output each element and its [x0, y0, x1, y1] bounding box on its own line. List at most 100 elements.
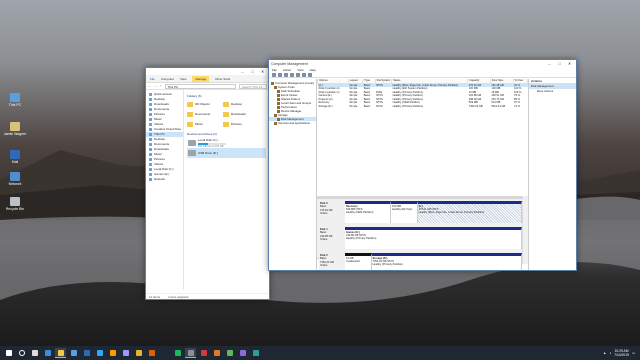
folder-tile[interactable]: Music	[187, 120, 223, 128]
folder-label: Pictures	[231, 122, 242, 126]
taskbar-task-view-button[interactable]	[29, 348, 40, 358]
console-tree: Computer Management (Local) System Tools T…	[269, 79, 317, 270]
folder-icon	[223, 101, 229, 107]
ribbon-tab-manage[interactable]: Manage	[192, 75, 210, 82]
show-hide-tree-icon[interactable]	[284, 72, 288, 77]
partition[interactable]: (C:) 476.01 GB NTFS Healthy (Boot, Page Fi…	[417, 201, 522, 223]
network-icon[interactable]: ▲	[603, 351, 606, 355]
notifications-icon[interactable]: ▭	[632, 351, 635, 355]
menu-file[interactable]: File	[272, 68, 277, 72]
export-icon[interactable]	[308, 72, 312, 77]
minimize-icon[interactable]: –	[547, 61, 552, 66]
tree-item-label: Services and Applications	[278, 121, 310, 125]
up-arrow-icon[interactable]: ↑	[160, 84, 162, 88]
tree-item[interactable]: Services and Applications	[269, 121, 316, 125]
computer-management-window[interactable]: Computer Management – □ ✕ File Action View…	[268, 59, 577, 271]
partition[interactable]: Recovery 529 MB NTFS Healthy (OEM Partitio…	[345, 201, 392, 223]
taskbar-edge-button[interactable]	[42, 348, 53, 358]
search-input[interactable]: Search This PC	[239, 83, 267, 89]
folder-tile[interactable]: Desktop	[223, 100, 259, 108]
disk-view-scrollbar[interactable]	[522, 196, 528, 264]
partition[interactable]: 100 MB Healthy (EFI Syst	[391, 201, 418, 223]
taskbar-mail-button[interactable]	[81, 348, 92, 358]
help-icon[interactable]	[296, 72, 300, 77]
start-icon	[5, 350, 12, 356]
partition[interactable]: 16 MB Unallocated	[345, 253, 372, 270]
clock[interactable]: 10:29 AM 7/14/2019	[614, 349, 629, 357]
desktop-icon[interactable]: This PC	[1, 93, 29, 107]
partition[interactable]: Storage (D:) 7452.02 GB NTFS Healthy (Prim…	[371, 253, 522, 270]
disk-label: Disk 0 Basic 476.92 GB Online	[319, 201, 345, 223]
folder-tile[interactable]: Documents	[187, 110, 223, 118]
ribbon-tab-file[interactable]: File	[150, 77, 155, 81]
nav-item[interactable]: Network	[146, 177, 183, 182]
desktop-icon[interactable]: Jamie Wagner	[1, 122, 29, 136]
file-explorer-window[interactable]: – □ ✕ File Computer View Manage Drive To…	[145, 67, 270, 300]
tree-node-icon	[274, 113, 277, 117]
disk-row[interactable]: Disk 2 Basic 7452.02 GB Online 16 MB Unalloca…	[319, 253, 522, 270]
desktop-icon[interactable]: Network	[1, 172, 29, 186]
taskbar-app-purple-button[interactable]	[237, 348, 248, 358]
forward-arrow-icon[interactable]: →	[154, 84, 157, 88]
taskbar-search-button[interactable]	[16, 348, 27, 358]
taskbar-file-explorer-button[interactable]	[55, 348, 66, 358]
disk-label: Disk 2 Basic 7452.02 GB Online	[319, 253, 345, 270]
explorer-titlebar[interactable]: – □ ✕	[146, 68, 269, 75]
taskbar-app-green-button[interactable]	[224, 348, 235, 358]
folder-icon	[149, 158, 152, 161]
close-icon[interactable]: ✕	[260, 69, 265, 74]
back-icon[interactable]	[272, 72, 276, 77]
actions-more[interactable]: More Actions	[529, 89, 576, 94]
drive-name: Local Disk (C:)	[198, 138, 218, 142]
ribbon-tab-view[interactable]: View	[180, 77, 186, 81]
taskbar-start-button[interactable]	[3, 348, 14, 358]
desktop-icon[interactable]: Recycle Bin	[1, 197, 29, 211]
cm-titlebar[interactable]: Computer Management – □ ✕	[269, 60, 576, 67]
ribbon-tab-drive-tools[interactable]: Drive Tools	[215, 77, 230, 81]
ribbon-tab-computer[interactable]: Computer	[161, 77, 174, 81]
taskbar-spotify-button[interactable]	[172, 348, 183, 358]
taskbar-chrome-button[interactable]	[133, 348, 144, 358]
taskbar-app-teal-button[interactable]	[250, 348, 261, 358]
taskbar-app-red-button[interactable]	[198, 348, 209, 358]
taskbar-steam-button[interactable]	[159, 348, 170, 358]
folder-tile[interactable]: Pictures	[223, 120, 259, 128]
tree-node-icon	[277, 97, 280, 101]
folders-header[interactable]: Folders (6)	[187, 94, 266, 98]
back-arrow-icon[interactable]: ←	[148, 84, 151, 88]
photoshop-icon	[96, 350, 103, 356]
desktop-icon[interactable]: Mail	[1, 150, 29, 164]
taskbar-store-button[interactable]	[68, 348, 79, 358]
disk-row[interactable]: Disk 1 Basic 232.88 GB Online Games (E:) 232.…	[319, 227, 522, 249]
tree-node-icon	[274, 121, 277, 125]
maximize-icon[interactable]: □	[250, 69, 255, 74]
taskbar-photoshop-button[interactable]	[94, 348, 105, 358]
volume-icon[interactable]: ◖	[609, 351, 611, 355]
taskbar-premiere-button[interactable]	[120, 348, 131, 358]
properties-icon[interactable]	[290, 72, 294, 77]
taskbar-illustrator-button[interactable]	[107, 348, 118, 358]
taskbar-computer-management-button[interactable]	[185, 348, 196, 358]
drive-tile[interactable]: USB Drive (D:)	[187, 148, 266, 158]
folder-icon	[149, 168, 152, 171]
drive-icon	[188, 140, 196, 146]
forward-icon[interactable]	[278, 72, 282, 77]
folder-tile[interactable]: Downloads	[223, 110, 259, 118]
partition[interactable]: Games (E:) 232.88 GB NTFS Healthy (Primary…	[345, 227, 522, 249]
maximize-icon[interactable]: □	[557, 61, 562, 66]
menu-view[interactable]: View	[297, 68, 303, 72]
taskbar-app-orange-button[interactable]	[211, 348, 222, 358]
drive-tile[interactable]: Local Disk (C:) 151 GB free of 237 GB	[187, 138, 266, 148]
minimize-icon[interactable]: –	[240, 69, 245, 74]
menu-action[interactable]: Action	[283, 68, 291, 72]
table-row[interactable]: Storage (D:) Simple Basic NTFS Healthy (Prim…	[318, 105, 528, 109]
folder-tile[interactable]: 3D Objects	[187, 100, 223, 108]
refresh-icon[interactable]	[302, 72, 306, 77]
volume-table: Volume Layout Type File System Status Capacit…	[317, 79, 529, 109]
devices-header[interactable]: Devices and drives (2)	[187, 132, 266, 136]
disk-row[interactable]: Disk 0 Basic 476.92 GB Online Recovery 529 MB…	[319, 201, 522, 223]
address-bar[interactable]: This PC	[164, 83, 236, 89]
taskbar-firefox-button[interactable]	[146, 348, 157, 358]
menu-help[interactable]: Help	[310, 68, 316, 72]
close-icon[interactable]: ✕	[567, 61, 572, 66]
